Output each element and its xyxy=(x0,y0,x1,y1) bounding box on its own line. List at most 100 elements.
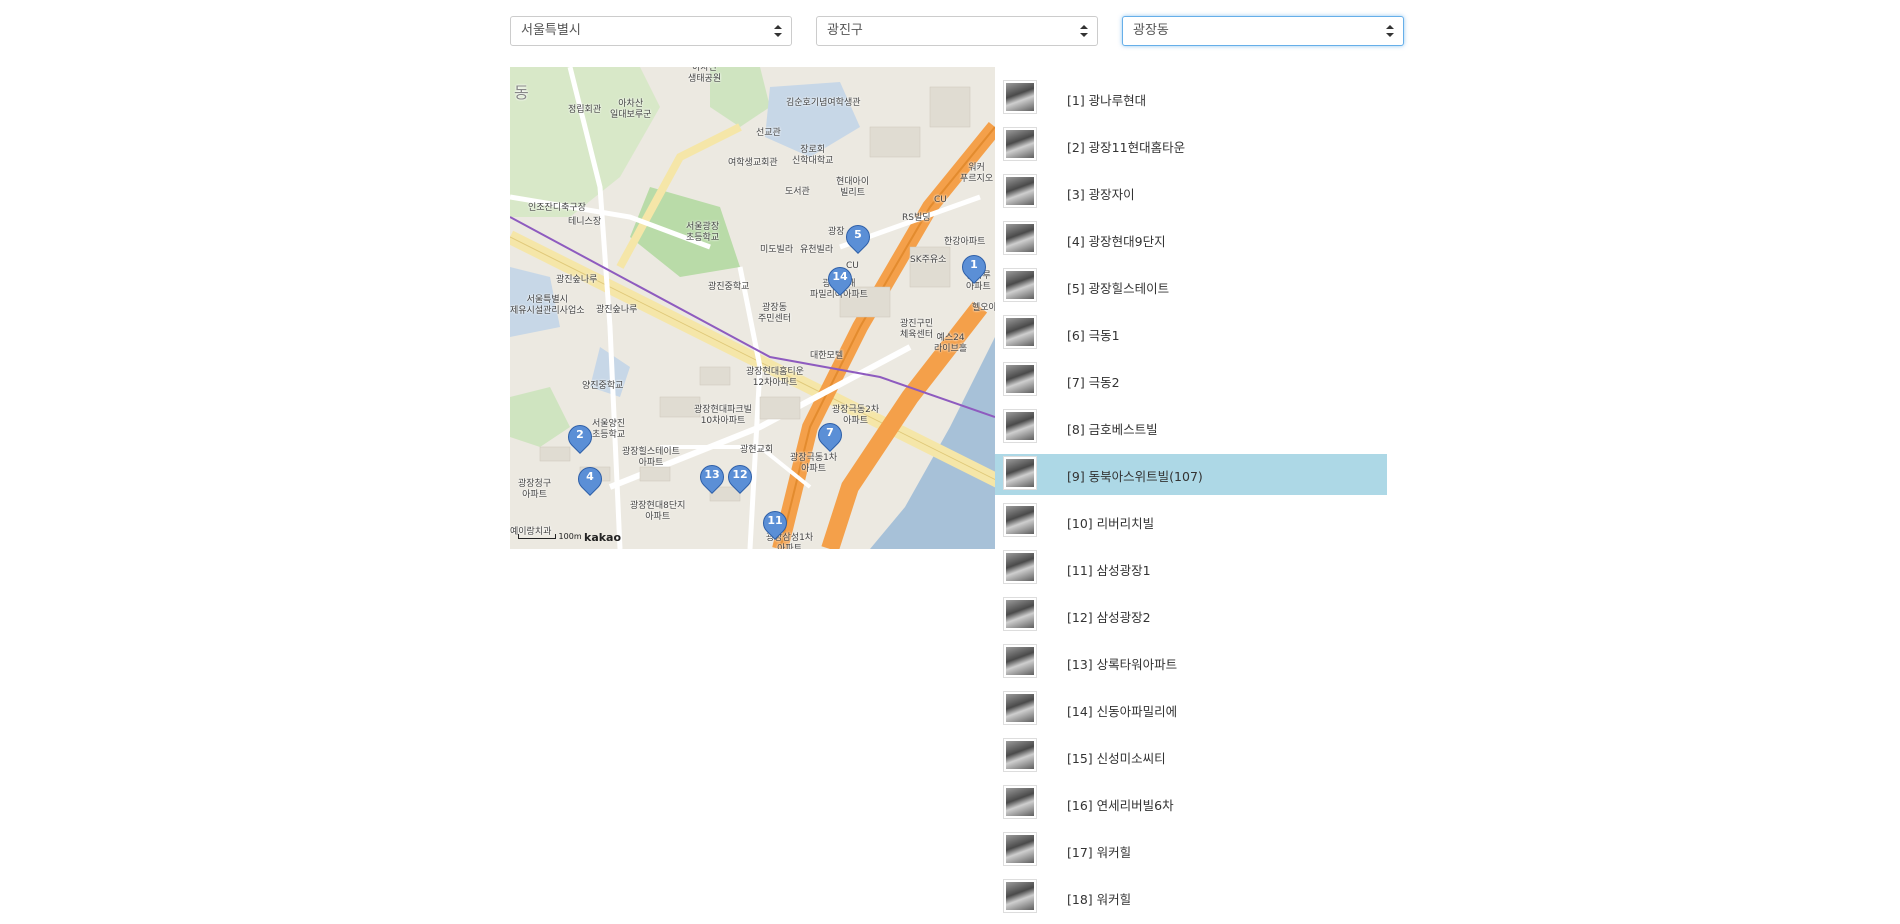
list-item-label: [7] 극동2 xyxy=(1067,375,1120,390)
list-item[interactable]: [9] 동북아스위트빌(107) xyxy=(995,454,1387,495)
list-item[interactable]: [8] 금호베스트빌 xyxy=(995,407,1387,448)
map-label: 서울광장 초등학교 xyxy=(686,222,720,243)
map-label: 한강아파트 xyxy=(944,237,986,247)
list-item[interactable]: [11] 삼성광장1 xyxy=(995,548,1387,589)
map-marker[interactable]: 1 xyxy=(957,250,991,289)
thumbnail-image xyxy=(1003,127,1037,161)
list-item[interactable]: [1] 광나루현대 xyxy=(995,78,1387,119)
map-marker[interactable]: 14 xyxy=(823,262,857,301)
person-photo-icon xyxy=(1006,506,1034,534)
list-item-label: [15] 신성미소씨티 xyxy=(1067,751,1166,766)
list-item[interactable]: [14] 신동아파밀리에 xyxy=(995,689,1387,730)
thumbnail-image xyxy=(1003,691,1037,725)
map-label: 정립회관 xyxy=(568,105,602,115)
city-select-value: 서울특별시 xyxy=(521,23,581,38)
map-label: 광장힐스테이트 아파트 xyxy=(622,447,680,468)
list-item[interactable]: [12] 삼성광장2 xyxy=(995,595,1387,636)
map-marker[interactable]: 2 xyxy=(563,420,597,459)
list-item-label: [14] 신동아파밀리에 xyxy=(1067,704,1178,719)
map-label: 유천빌라 xyxy=(800,245,834,255)
map-marker[interactable]: 5 xyxy=(841,220,875,259)
map-marker[interactable]: 11 xyxy=(758,506,792,545)
list-item-label: [17] 워커힐 xyxy=(1067,845,1132,860)
map-label: 미도빌라 xyxy=(760,245,794,255)
thumbnail-image xyxy=(1003,879,1037,913)
dong-select[interactable]: 광장동 xyxy=(1122,16,1404,46)
map-label: RS빌딩 xyxy=(902,213,931,223)
thumbnail-image xyxy=(1003,550,1037,584)
list-item[interactable]: [2] 광장11현대홈타운 xyxy=(995,125,1387,166)
map-label: 인조잔디축구장 xyxy=(528,203,586,213)
list-item-label: [9] 동북아스위트빌(107) xyxy=(1067,469,1203,484)
map-label: 양진중학교 xyxy=(582,381,624,391)
map-label: 예스24 라이브홀 xyxy=(934,333,968,354)
person-photo-icon xyxy=(1006,647,1034,675)
list-item[interactable]: [3] 광장자이 xyxy=(995,172,1387,213)
map-label: 서울양진 초등학교 xyxy=(592,419,626,440)
map-marker[interactable]: 13 xyxy=(695,460,729,499)
thumbnail-image xyxy=(1003,80,1037,114)
thumbnail-image xyxy=(1003,221,1037,255)
person-photo-icon xyxy=(1006,130,1034,158)
thumbnail-image xyxy=(1003,738,1037,772)
map-marker[interactable]: 12 xyxy=(723,460,757,499)
map-label: 아차산 일대보루군 xyxy=(610,99,652,120)
select-arrows-icon xyxy=(1080,25,1088,37)
map-label: 여학생교회관 xyxy=(728,158,778,168)
map-provider-logo: kakao xyxy=(584,531,622,544)
list-item-label: [2] 광장11현대홈타운 xyxy=(1067,140,1186,155)
map-label: 장로회 신학대학교 xyxy=(792,145,834,166)
map-label: 도서관 xyxy=(785,187,810,197)
person-photo-icon xyxy=(1006,600,1034,628)
list-item[interactable]: [13] 상록타워아파트 xyxy=(995,642,1387,683)
list-item[interactable]: [6] 극동1 xyxy=(995,313,1387,354)
person-photo-icon xyxy=(1006,83,1034,111)
list-item[interactable]: [4] 광장현대9단지 xyxy=(995,219,1387,260)
map-label: 김순호기념여학생관 xyxy=(786,98,861,108)
list-item-label: [12] 삼성광장2 xyxy=(1067,610,1151,625)
list-item[interactable]: [17] 워커힐 xyxy=(995,830,1387,871)
map-marker[interactable]: 4 xyxy=(573,462,607,501)
map-label: CU xyxy=(934,195,947,205)
map-label: 광진중학교 xyxy=(708,282,750,292)
list-item[interactable]: [15] 신성미소씨티 xyxy=(995,736,1387,777)
map-label: 헬오아파트 xyxy=(972,303,995,313)
list-item-label: [6] 극동1 xyxy=(1067,328,1120,343)
list-item-label: [13] 상록타워아파트 xyxy=(1067,657,1178,672)
map-label: 아차산 생태공원 xyxy=(688,67,722,84)
map-label: 대한모텔 xyxy=(810,351,844,361)
list-item[interactable]: [16] 연세리버빌6차 xyxy=(995,783,1387,824)
list-item[interactable]: [10] 리버리치빌 xyxy=(995,501,1387,542)
map-label: 광현교회 xyxy=(740,445,774,455)
select-arrows-icon xyxy=(774,25,782,37)
thumbnail-image xyxy=(1003,315,1037,349)
map-label: 동 xyxy=(514,83,529,102)
thumbnail-image xyxy=(1003,785,1037,819)
map-label: 선교관 xyxy=(756,128,781,138)
list-item-label: [5] 광장힐스테이트 xyxy=(1067,281,1170,296)
list-item[interactable]: [18] 워커힐 xyxy=(995,877,1387,918)
map-view[interactable]: 아차산 생태공원 아차산 일대보루군 정립회관 동 김순호기념여학생관 선교관 … xyxy=(510,67,995,549)
map-label: 광진숲나루 xyxy=(596,305,638,315)
list-item[interactable]: [5] 광장힐스테이트 xyxy=(995,266,1387,307)
apartment-list: [1] 광나루현대 [2] 광장11현대홈타운 [3] 광장자이 [4] 광장현대9단… xyxy=(995,78,1387,924)
person-photo-icon xyxy=(1006,177,1034,205)
district-select-value: 광진구 xyxy=(827,23,863,38)
person-photo-icon xyxy=(1006,694,1034,722)
list-item-label: [10] 리버리치빌 xyxy=(1067,516,1155,531)
map-label: 광장현대홈티운 12차아파트 xyxy=(746,367,804,388)
thumbnail-image xyxy=(1003,832,1037,866)
list-item-label: [18] 워커힐 xyxy=(1067,892,1132,907)
city-select[interactable]: 서울특별시 xyxy=(510,16,792,46)
map-marker[interactable]: 7 xyxy=(813,418,847,457)
list-item-label: [16] 연세리버빌6차 xyxy=(1067,798,1174,813)
person-photo-icon xyxy=(1006,271,1034,299)
thumbnail-image xyxy=(1003,644,1037,678)
district-select[interactable]: 광진구 xyxy=(816,16,1098,46)
person-photo-icon xyxy=(1006,553,1034,581)
map-label: 서울특별시 제유시설관리사업소 xyxy=(510,295,585,316)
thumbnail-image xyxy=(1003,409,1037,443)
map-label: SK주유소 xyxy=(910,255,947,265)
list-item[interactable]: [7] 극동2 xyxy=(995,360,1387,401)
list-item-label: [3] 광장자이 xyxy=(1067,187,1135,202)
